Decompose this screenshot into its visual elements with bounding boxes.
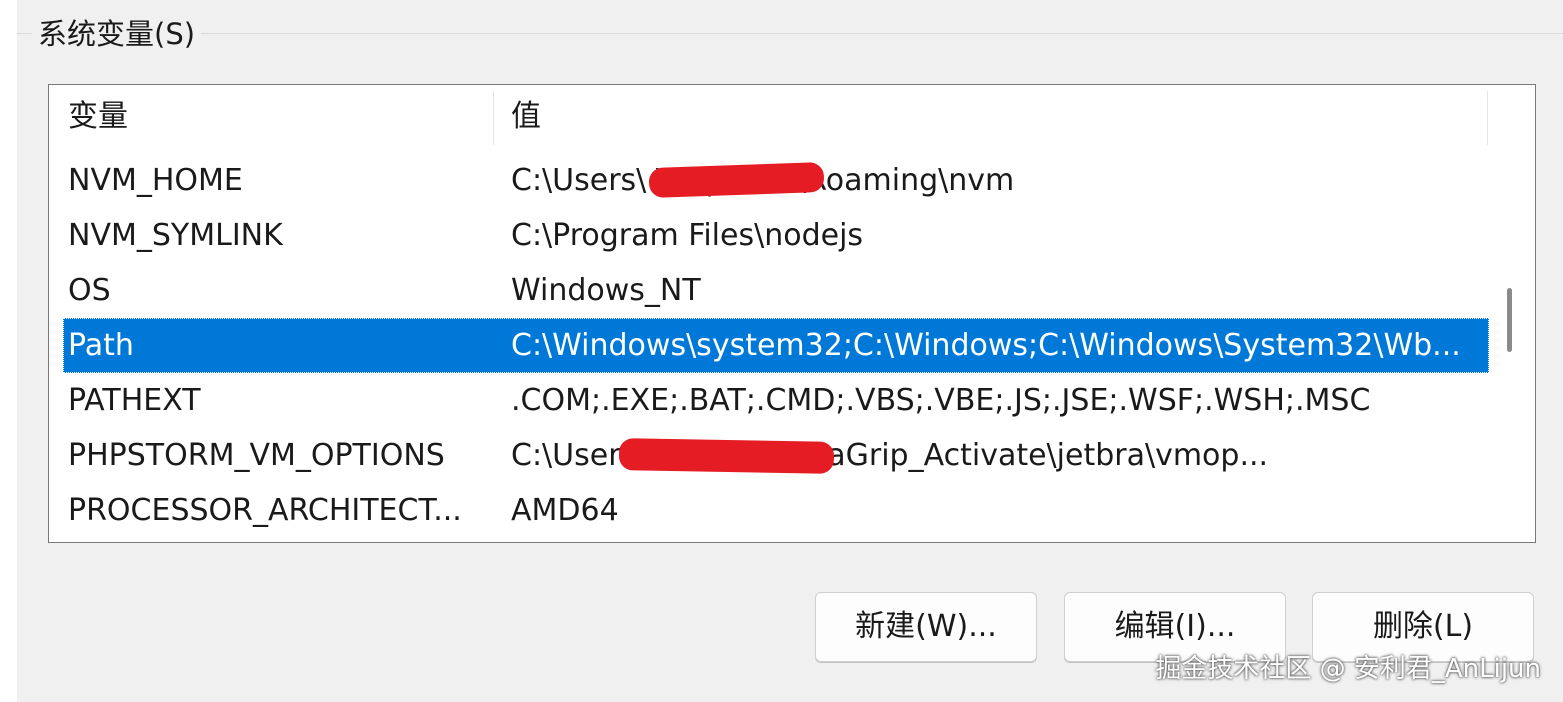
system-variables-list[interactable]: 变量 值 NVM_HOME C:\Users\ \AppData\Roaming… bbox=[48, 84, 1536, 543]
redaction-mark bbox=[618, 438, 835, 474]
variable-name: OS bbox=[68, 273, 111, 308]
variable-value: .COM;.EXE;.BAT;.CMD;.VBS;.VBE;.JS;.JSE;.… bbox=[511, 383, 1371, 418]
variable-name: PHPSTORM_VM_OPTIONS bbox=[68, 438, 445, 473]
column-header-variable[interactable]: 变量 bbox=[49, 85, 493, 149]
variable-value: C:\Windows\system32;C:\Windows;C:\Window… bbox=[511, 328, 1461, 363]
table-row[interactable]: PROCESSOR_ARCHITECT... AMD64 bbox=[49, 483, 1489, 538]
table-rows: NVM_HOME C:\Users\ \AppData\Roaming\nvm … bbox=[49, 153, 1489, 538]
table-row[interactable]: NVM_HOME C:\Users\ \AppData\Roaming\nvm bbox=[49, 153, 1489, 208]
table-row[interactable]: PHPSTORM_VM_OPTIONS C:\User \Desktop\Dat… bbox=[49, 428, 1489, 483]
group-title: 系统变量(S) bbox=[32, 14, 202, 54]
table-row[interactable]: PATHEXT .COM;.EXE;.BAT;.CMD;.VBS;.VBE;.J… bbox=[49, 373, 1489, 428]
variable-name: NVM_HOME bbox=[68, 163, 243, 198]
scrollbar-thumb[interactable] bbox=[1507, 288, 1512, 352]
variable-name: PROCESSOR_ARCHITECT... bbox=[68, 493, 462, 528]
vertical-scrollbar[interactable] bbox=[1487, 85, 1535, 542]
table-row[interactable]: NVM_SYMLINK C:\Program Files\nodejs bbox=[49, 208, 1489, 263]
variable-value: AMD64 bbox=[511, 493, 619, 528]
variable-value: Windows_NT bbox=[511, 273, 701, 308]
variable-value: C:\Program Files\nodejs bbox=[511, 218, 864, 253]
variable-name: NVM_SYMLINK bbox=[68, 218, 283, 253]
table-row[interactable]: OS Windows_NT bbox=[49, 263, 1489, 318]
table-row-selected[interactable]: Path C:\Windows\system32;C:\Windows;C:\W… bbox=[63, 318, 1489, 373]
variable-name: Path bbox=[68, 328, 134, 363]
new-button[interactable]: 新建(W)... bbox=[815, 592, 1037, 662]
redaction-mark bbox=[648, 161, 825, 199]
watermark: 掘金技术社区 @ 安利君_AnLijun bbox=[1155, 654, 1541, 684]
group-box-border bbox=[17, 33, 1563, 34]
column-header-value[interactable]: 值 bbox=[493, 85, 1487, 149]
variable-name: PATHEXT bbox=[68, 383, 201, 418]
